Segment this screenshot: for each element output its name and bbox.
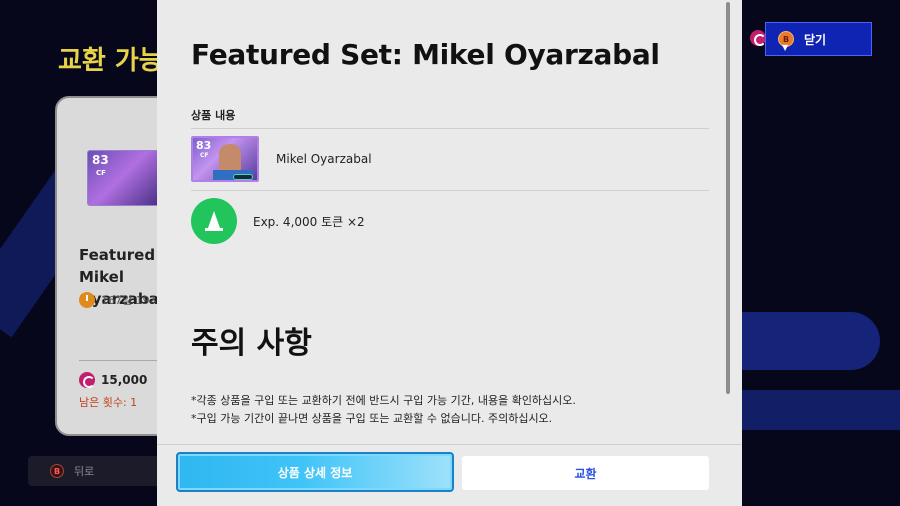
divider <box>157 444 742 445</box>
back-button[interactable]: B 뒤로 <box>28 456 163 486</box>
close-button[interactable]: B ▼ 닫기 <box>765 22 872 56</box>
item-name: Exp. 4,000 토큰 ×2 <box>253 215 365 229</box>
efootball-coin-icon <box>750 30 766 46</box>
player-card-image: 83 CF <box>87 150 167 206</box>
remaining-count: 남은 횟수: 1 <box>79 396 138 409</box>
notice-line: *각종 상품을 구입 또는 교환하기 전에 반드시 구입 가능 기간, 내용을 … <box>191 394 576 407</box>
scrollbar[interactable] <box>726 2 730 394</box>
product-detail-modal <box>157 0 742 506</box>
product-detail-button[interactable]: 상품 상세 정보 <box>176 452 454 492</box>
close-label: 닫기 <box>804 32 827 47</box>
divider <box>191 190 709 191</box>
page-title: 교환 가능 <box>58 46 163 76</box>
notice-line: *구입 가능 기간이 끝나면 상품을 구입 또는 교환할 수 없습니다. 주의하… <box>191 412 553 425</box>
exchange-button[interactable]: 교환 <box>462 456 709 490</box>
efootball-coin-icon <box>79 372 95 388</box>
card-rating: 83 <box>92 153 109 167</box>
card-position: CF <box>96 169 106 177</box>
coin-balance <box>750 30 766 50</box>
notice-title: 주의 사항 <box>191 326 312 361</box>
contents-label: 상품 내용 <box>191 109 236 122</box>
modal-title: Featured Set: Mikel Oyarzabal <box>191 38 660 71</box>
b-button-icon: B <box>50 464 64 478</box>
clock-icon <box>79 292 95 308</box>
background-stripe <box>718 390 900 430</box>
card-rating: 83 <box>196 139 212 152</box>
offer-price: 15,000 <box>79 372 147 388</box>
chevron-down-icon: ▼ <box>782 43 789 52</box>
card-badge <box>233 174 253 180</box>
training-cone-icon <box>191 198 237 244</box>
time-left-text: 167일 19시 <box>101 294 160 307</box>
price-text: 15,000 <box>101 373 148 387</box>
player-card-icon: 83 CF <box>191 136 259 182</box>
offer-time-left: 167일 19시 <box>79 292 160 308</box>
divider <box>191 128 709 129</box>
back-label: 뒤로 <box>74 465 95 478</box>
card-position: CF <box>200 152 209 159</box>
item-name: Mikel Oyarzabal <box>276 152 372 166</box>
